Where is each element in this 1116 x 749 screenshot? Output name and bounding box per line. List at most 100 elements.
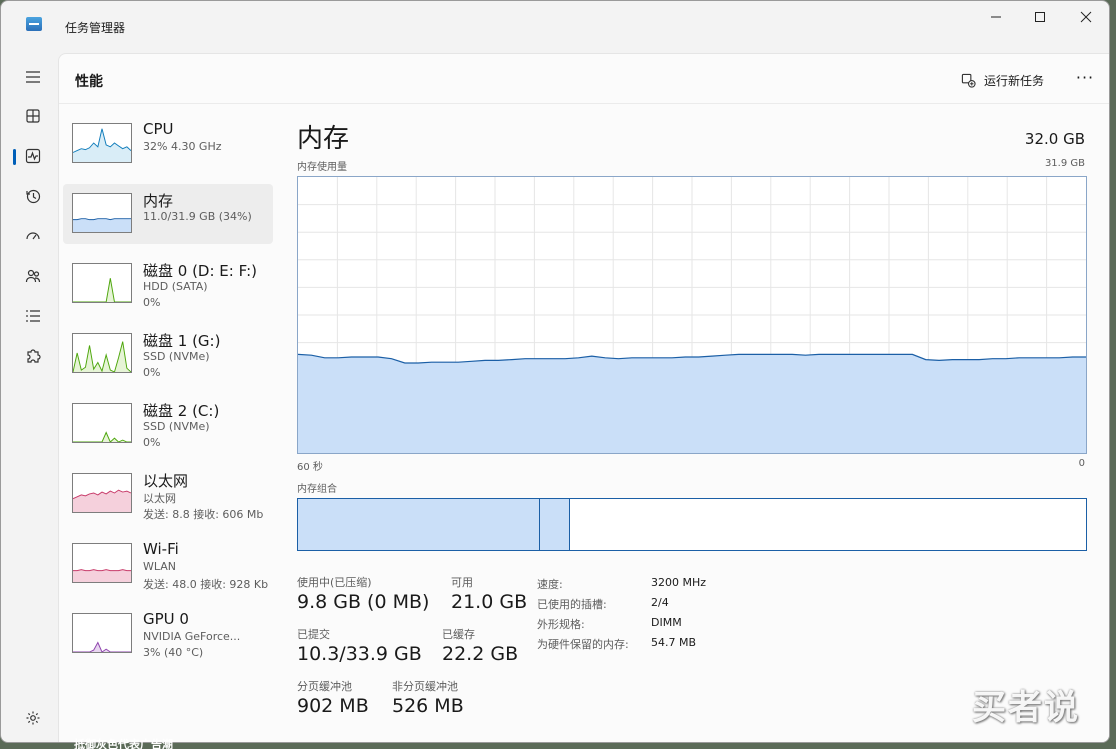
stat-paged-pool-label: 分页缓冲池 — [297, 680, 352, 693]
sidebar-item-4[interactable]: 磁盘 2 (C:) SSD (NVMe) 0% — [63, 394, 273, 454]
gpu-graph-icon — [72, 613, 132, 653]
sidebar-item-detail-2: 发送: 48.0 接收: 928 Kb — [143, 578, 269, 591]
sidebar-item-detail: HDD (SATA) — [143, 280, 208, 293]
spec-speed-value: 3200 MHz — [651, 576, 707, 589]
hamburger-menu-button[interactable] — [13, 60, 53, 94]
performance-chart-icon — [25, 148, 41, 164]
task-manager-window: 任务管理器 性能 运行新任务 ··· CPU 32% 4.30 GHz 内存 1… — [0, 0, 1110, 743]
minimize-icon — [991, 16, 1001, 18]
watermark-logo: 买者说 — [972, 688, 1080, 728]
close-icon — [1080, 11, 1092, 23]
run-new-task-button[interactable]: 运行新任务 — [961, 69, 1044, 91]
sidebar-item-detail: SSD (NVMe) — [143, 350, 210, 363]
run-new-task-label: 运行新任务 — [984, 73, 1045, 88]
nav-users[interactable] — [13, 259, 53, 293]
sidebar-item-detail-2: 3% (40 °C) — [143, 646, 204, 659]
network-graph-icon — [72, 473, 132, 513]
sidebar-item-name: Wi-Fi — [143, 540, 179, 558]
users-icon — [25, 269, 41, 283]
usage-label: 内存使用量 — [297, 162, 347, 173]
nav-app-history[interactable] — [13, 179, 53, 213]
nav-services[interactable] — [13, 339, 53, 373]
resource-list: CPU 32% 4.30 GHz 内存 11.0/31.9 GB (34%) 磁盘 0 … — [63, 114, 273, 674]
sidebar-item-name: 磁盘 2 (C:) — [143, 402, 220, 420]
sidebar-item-5[interactable]: 以太网 以太网 发送: 8.8 接收: 606 Mb — [63, 464, 273, 524]
time-axis-right: 0 — [1078, 458, 1085, 469]
sidebar-item-detail: 11.0/31.9 GB (34%) — [143, 210, 252, 223]
sidebar-item-2[interactable]: 磁盘 0 (D: E: F:) HDD (SATA) 0% — [63, 254, 273, 314]
close-button[interactable] — [1063, 1, 1109, 33]
spec-form-factor-value: DIMM — [651, 616, 682, 629]
sidebar-item-name: 内存 — [143, 192, 174, 210]
nav-performance[interactable] — [13, 139, 53, 173]
sidebar-item-7[interactable]: GPU 0 NVIDIA GeForce... 3% (40 °C) — [63, 604, 273, 664]
hamburger-icon — [26, 71, 40, 83]
stat-committed-label: 已提交 — [297, 628, 330, 641]
stat-paged-pool-value: 902 MB — [297, 695, 369, 717]
memory-title: 内存 — [297, 124, 350, 154]
nav-startup-apps[interactable] — [13, 219, 53, 253]
nav-settings[interactable] — [13, 701, 53, 735]
stat-committed-value: 10.3/33.9 GB — [297, 643, 422, 665]
sidebar-item-detail: WLAN — [143, 560, 177, 573]
bottom-caption: 抵御灰色代表广告潮 — [74, 738, 173, 749]
sidebar-item-detail-2: 发送: 8.8 接收: 606 Mb — [143, 508, 264, 521]
sidebar-item-1[interactable]: 内存 11.0/31.9 GB (34%) — [63, 184, 273, 244]
history-clock-icon — [26, 189, 41, 204]
spec-reserved-label: 为硬件保留的内存: — [537, 638, 629, 651]
page-header: 性能 运行新任务 ··· — [59, 54, 1109, 104]
memory-composition-bar — [297, 498, 1087, 551]
sidebar-item-name: 以太网 — [143, 472, 189, 490]
spec-slots-value: 2/4 — [651, 596, 669, 609]
nav-processes[interactable] — [13, 99, 53, 133]
disk-graph-icon — [72, 263, 132, 303]
stat-nonpaged-pool-value: 526 MB — [392, 695, 464, 717]
sidebar-item-0[interactable]: CPU 32% 4.30 GHz — [63, 114, 273, 174]
time-axis-left: 60 秒 — [297, 462, 323, 473]
settings-gear-icon — [26, 711, 40, 725]
composition-modified[interactable] — [540, 499, 570, 550]
title-bar[interactable]: 任务管理器 — [1, 1, 1109, 53]
services-puzzle-icon — [27, 349, 41, 363]
more-options-button[interactable]: ··· — [1073, 68, 1097, 90]
processes-grid-icon — [26, 109, 40, 123]
details-list-icon — [26, 310, 40, 322]
memory-usage-area — [298, 354, 1086, 453]
maximize-icon — [1035, 12, 1045, 22]
sidebar-item-3[interactable]: 磁盘 1 (G:) SSD (NVMe) 0% — [63, 324, 273, 384]
sidebar-item-detail-2: 0% — [143, 296, 161, 309]
network-graph-icon — [72, 543, 132, 583]
sidebar-item-detail: 以太网 — [143, 492, 176, 505]
memory-usage-svg — [298, 177, 1086, 453]
composition-in-use[interactable] — [298, 499, 540, 550]
maximize-button[interactable] — [1017, 1, 1063, 33]
sidebar-item-name: GPU 0 — [143, 610, 189, 628]
sidebar-item-6[interactable]: Wi-Fi WLAN 发送: 48.0 接收: 928 Kb — [63, 534, 273, 594]
spec-slots-label: 已使用的插槽: — [537, 598, 607, 611]
task-manager-app-icon — [26, 17, 42, 31]
usage-max-label: 31.9 GB — [1044, 158, 1085, 169]
sidebar-item-detail: NVIDIA GeForce... — [143, 630, 241, 643]
sidebar-item-detail: 32% 4.30 GHz — [143, 140, 222, 153]
sidebar-item-name: 磁盘 1 (G:) — [143, 332, 221, 350]
stat-in-use-label: 使用中(已压缩) — [297, 576, 372, 589]
cpu-graph-icon — [72, 123, 132, 163]
stat-available-value: 21.0 GB — [451, 591, 528, 613]
content-area: 性能 运行新任务 ··· CPU 32% 4.30 GHz 内存 11.0/31.9 … — [58, 53, 1109, 742]
stat-in-use-value: 9.8 GB (0 MB) — [297, 591, 430, 613]
memory-graph-icon — [72, 193, 132, 233]
run-new-task-icon — [961, 73, 976, 88]
memory-usage-chart — [297, 176, 1087, 454]
composition-label: 内存组合 — [297, 484, 337, 495]
app-title: 任务管理器 — [65, 21, 126, 35]
sidebar-item-name: CPU — [143, 120, 174, 138]
page-title: 性能 — [75, 74, 103, 90]
sidebar-item-detail-2: 0% — [143, 366, 161, 379]
spec-reserved-value: 54.7 MB — [651, 636, 697, 649]
nav-details[interactable] — [13, 299, 53, 333]
minimize-button[interactable] — [973, 1, 1019, 33]
stat-cached-label: 已缓存 — [442, 628, 475, 641]
stat-nonpaged-pool-label: 非分页缓冲池 — [392, 680, 458, 693]
spec-form-factor-label: 外形规格: — [537, 618, 585, 631]
stat-cached-value: 22.2 GB — [442, 643, 519, 665]
